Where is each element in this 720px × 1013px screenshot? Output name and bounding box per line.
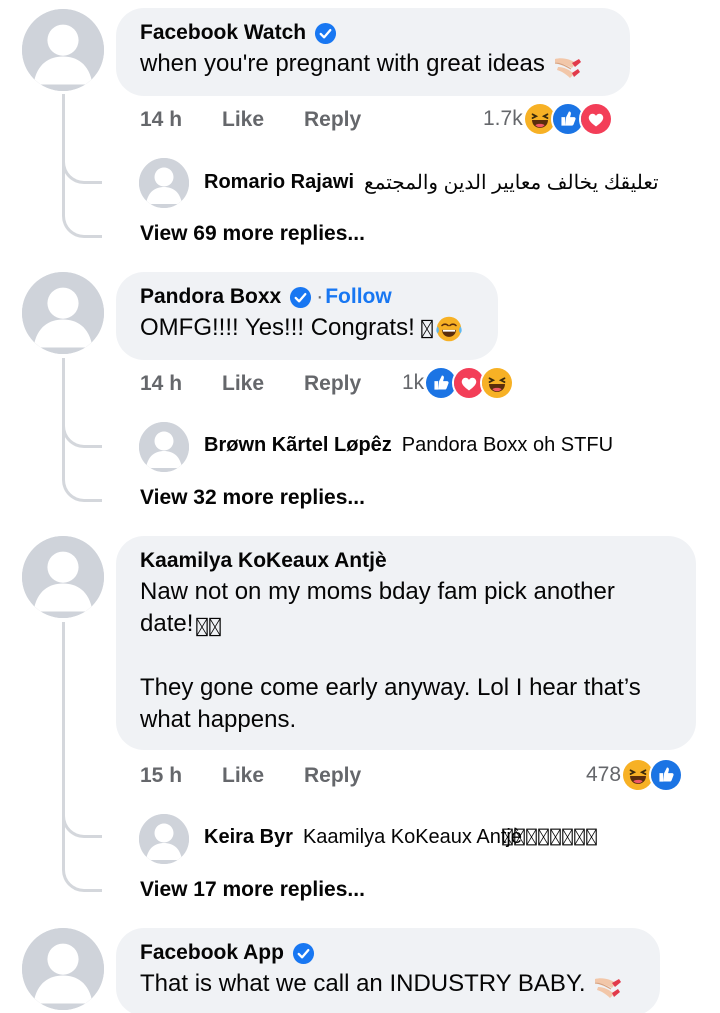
- haha-reaction-icon: [480, 366, 515, 400]
- like-button[interactable]: Like: [222, 108, 304, 132]
- view-more-replies[interactable]: View 17 more replies...: [140, 878, 365, 902]
- comment-text: when you're pregnant with great ideas: [140, 50, 545, 77]
- comment-author-row: Facebook Watch: [140, 20, 606, 46]
- missing-glyph-icon: [502, 827, 513, 847]
- comment-actions: 15 h Like Reply: [140, 764, 361, 788]
- missing-glyph-icon: [526, 827, 537, 847]
- separator-dot: ·: [316, 285, 324, 308]
- comment-author[interactable]: Facebook App: [140, 940, 284, 966]
- comment-author-row: Kaamilya KoKeaux Antjè: [140, 548, 672, 574]
- reply-button[interactable]: Reply: [304, 764, 361, 788]
- comment-text: Naw not on my moms bday fam pick another…: [140, 578, 641, 733]
- reaction-summary[interactable]: 478: [586, 758, 684, 792]
- verified-badge-icon: [289, 286, 312, 309]
- thread-connector: [62, 800, 102, 892]
- verified-badge-icon: [292, 942, 315, 965]
- comment-actions: 14 h Like Reply: [140, 372, 361, 396]
- commenter-avatar[interactable]: [22, 9, 104, 91]
- reply-text: Pandora Boxx oh STFU: [401, 434, 614, 456]
- reply-author[interactable]: Brøwn Kãrtel Løpêz: [204, 434, 392, 457]
- comment-text-row: That is what we call an INDUSTRY BABY.: [140, 968, 636, 1001]
- reply-text: Kaamilya KoKeaux Antjè 󠀠󠀠󠀠󠀠󠀠󠀠󠀠󠀠: [302, 826, 528, 848]
- missing-glyph-icon: [586, 827, 597, 847]
- view-more-replies[interactable]: View 32 more replies...: [140, 486, 365, 510]
- view-more-replies[interactable]: View 69 more replies...: [140, 222, 365, 246]
- comment-text-row: Naw not on my moms bday fam pick another…: [140, 576, 672, 736]
- missing-glyph-icon: [538, 827, 549, 847]
- thread-connector: [62, 404, 102, 502]
- reply-button[interactable]: Reply: [304, 108, 361, 132]
- commenter-avatar[interactable]: [22, 536, 104, 618]
- reply-author[interactable]: Keira Byr: [204, 826, 293, 849]
- comment-author-row: Facebook App: [140, 940, 636, 966]
- missing-glyph-icon: [196, 615, 208, 639]
- commenter-avatar[interactable]: [22, 928, 104, 1010]
- comment-text-row: OMFG!!!! Yes!!! Congrats!: [140, 312, 474, 344]
- comment-bubble: Pandora Boxx · Follow OMFG!!!! Yes!!! Co…: [116, 272, 498, 360]
- missing-glyph-icon: [574, 827, 585, 847]
- comment-text: That is what we call an INDUSTRY BABY.: [140, 970, 586, 997]
- nail-polish-emoji-icon: [552, 49, 584, 81]
- comment-bubble: Facebook App That is what we call an IND…: [116, 928, 660, 1013]
- missing-glyph-icon: [209, 615, 221, 639]
- default-avatar-icon: [22, 536, 104, 618]
- missing-glyph-icon: [421, 317, 433, 341]
- comment-author[interactable]: Facebook Watch: [140, 20, 306, 46]
- default-avatar-icon: [22, 272, 104, 354]
- like-reaction-icon: [649, 758, 684, 792]
- reaction-summary[interactable]: 1k: [402, 366, 515, 400]
- comment-text: OMFG!!!! Yes!!! Congrats!: [140, 314, 422, 341]
- commenter-avatar[interactable]: [22, 272, 104, 354]
- reaction-summary[interactable]: 1.7k: [483, 102, 613, 136]
- missing-glyph-group: [196, 615, 221, 639]
- comment-actions: 14 h Like Reply: [140, 108, 361, 132]
- joy-emoji-icon: [435, 315, 463, 343]
- comment-author-row: Pandora Boxx · Follow: [140, 284, 474, 310]
- follow-button[interactable]: Follow: [325, 284, 392, 310]
- like-button[interactable]: Like: [222, 764, 304, 788]
- default-avatar-icon: [22, 9, 104, 91]
- like-button[interactable]: Like: [222, 372, 304, 396]
- reply-button[interactable]: Reply: [304, 372, 361, 396]
- comment-time[interactable]: 14 h: [140, 108, 222, 132]
- reaction-count: 1k: [402, 371, 425, 394]
- missing-glyph-icon: [550, 827, 561, 847]
- missing-glyph-icon: [514, 827, 525, 847]
- missing-glyph-group: [502, 827, 597, 847]
- thread-connector: [62, 140, 102, 238]
- missing-glyph-icon: [562, 827, 573, 847]
- reaction-count: 478: [586, 763, 622, 786]
- nail-polish-emoji-icon: [592, 969, 624, 1001]
- comment-time[interactable]: 14 h: [140, 372, 222, 396]
- comment-author[interactable]: Pandora Boxx: [140, 284, 281, 310]
- top-reply[interactable]: Romario Rajawi تعليقك يخالف معايير الدين…: [139, 170, 659, 195]
- reply-author[interactable]: Romario Rajawi: [204, 171, 354, 194]
- comment-bubble: Facebook Watch when you're pregnant with…: [116, 8, 630, 96]
- comment-bubble: Kaamilya KoKeaux Antjè Naw not on my mom…: [116, 536, 696, 750]
- reply-text: تعليقك يخالف معايير الدين والمجتمع: [364, 172, 659, 194]
- reaction-count: 1.7k: [483, 107, 523, 130]
- comment-author[interactable]: Kaamilya KoKeaux Antjè: [140, 548, 387, 574]
- love-reaction-icon: [578, 102, 613, 136]
- default-avatar-icon: [22, 928, 104, 1010]
- comment-text-row: when you're pregnant with great ideas: [140, 48, 606, 81]
- comment-time[interactable]: 15 h: [140, 764, 222, 788]
- top-reply[interactable]: Brøwn Kãrtel Løpêz Pandora Boxx oh STFU: [139, 434, 613, 457]
- top-reply[interactable]: Keira Byr Kaamilya KoKeaux Antjè 󠀠󠀠󠀠󠀠󠀠󠀠󠀠…: [139, 826, 528, 849]
- verified-badge-icon: [314, 22, 337, 45]
